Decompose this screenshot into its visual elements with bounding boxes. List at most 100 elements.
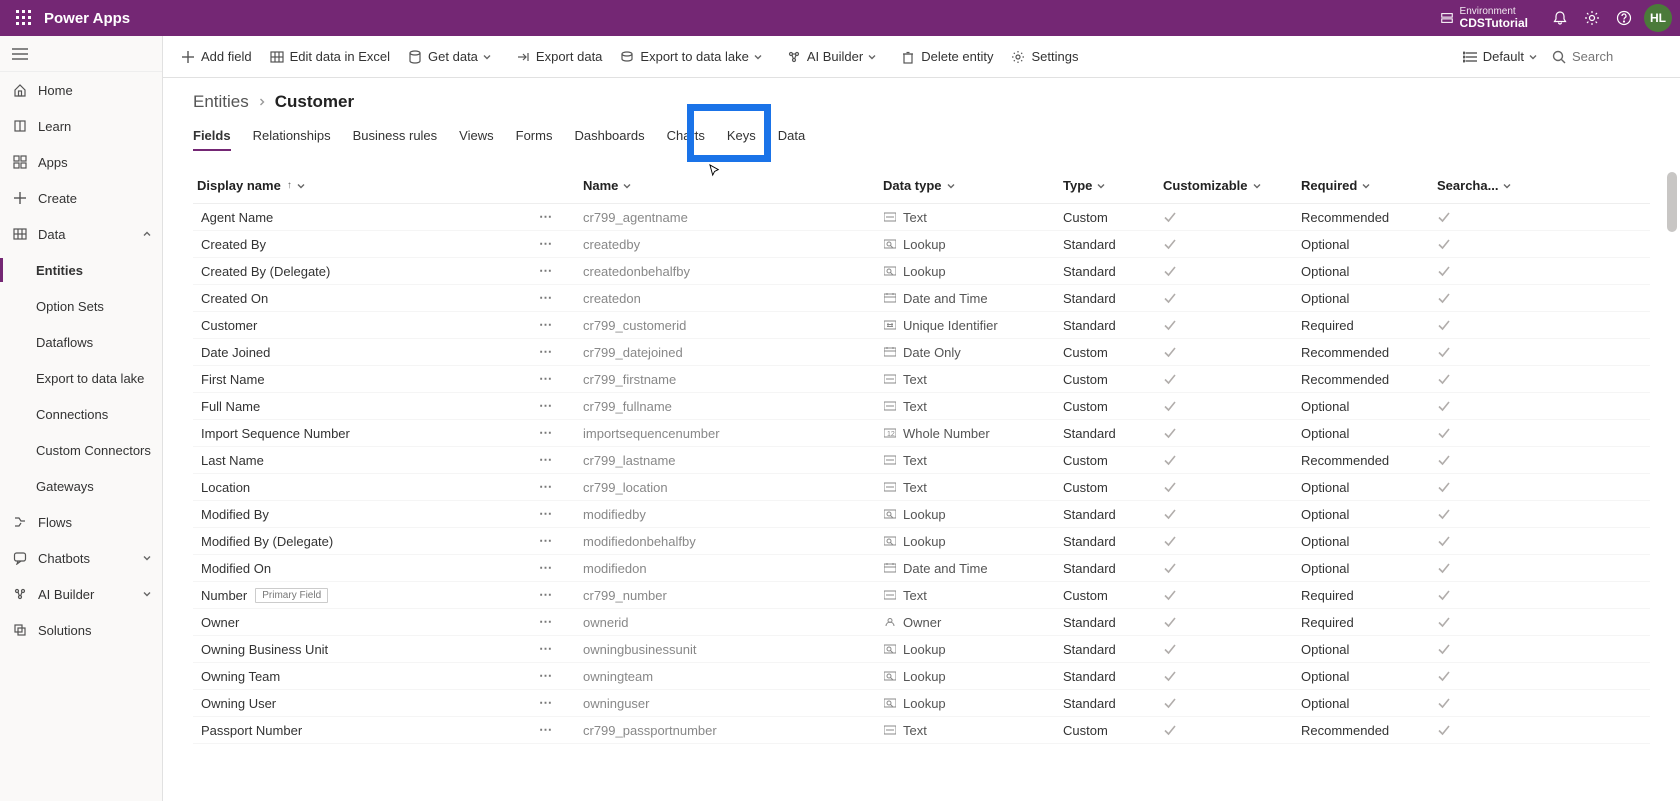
row-more-button[interactable]: ⋯ [539, 317, 553, 333]
table-row[interactable]: Customer⋯cr799_customeridUnique Identifi… [193, 312, 1650, 339]
tab-relationships[interactable]: Relationships [253, 122, 331, 151]
field-required: Required [1301, 588, 1437, 603]
sidebar-toggle[interactable] [0, 36, 162, 72]
sidebar-item-entities[interactable]: Entities [0, 252, 162, 288]
row-more-button[interactable]: ⋯ [539, 209, 553, 225]
waffle-icon[interactable] [8, 2, 40, 34]
notifications-icon[interactable] [1544, 2, 1576, 34]
get-data-button[interactable]: Get data [408, 49, 498, 64]
table-row[interactable]: Full Name⋯cr799_fullnameTextCustomOption… [193, 393, 1650, 420]
help-icon[interactable] [1608, 2, 1640, 34]
sidebar-item-connections[interactable]: Connections [0, 396, 162, 432]
tab-keys[interactable]: Keys [727, 122, 756, 151]
add-field-button[interactable]: Add field [181, 49, 252, 64]
row-more-button[interactable]: ⋯ [539, 452, 553, 468]
avatar[interactable]: HL [1644, 4, 1672, 32]
table-row[interactable]: Owning User⋯owninguserLookupStandardOpti… [193, 690, 1650, 717]
sidebar-item-gateways[interactable]: Gateways [0, 468, 162, 504]
table-row[interactable]: Owner⋯owneridOwnerStandardRequired [193, 609, 1650, 636]
sidebar-item-option-sets[interactable]: Option Sets [0, 288, 162, 324]
row-more-button[interactable]: ⋯ [539, 641, 553, 657]
export-data-button[interactable]: Export data [516, 49, 603, 64]
row-more-button[interactable]: ⋯ [539, 398, 553, 414]
sidebar-item-chatbots[interactable]: Chatbots [0, 540, 162, 576]
col-required[interactable]: Required [1301, 178, 1437, 193]
field-name: cr799_passportnumber [583, 723, 883, 738]
col-searchable[interactable]: Searcha... [1437, 178, 1650, 193]
export-lake-button[interactable]: Export to data lake [620, 49, 768, 64]
table-row[interactable]: NumberPrimary Field⋯cr799_numberTextCust… [193, 582, 1650, 609]
environment-picker[interactable]: Environment CDSTutorial [1440, 6, 1528, 30]
edit-excel-button[interactable]: Edit data in Excel [270, 49, 390, 64]
settings-button[interactable]: Settings [1011, 49, 1078, 64]
row-more-button[interactable]: ⋯ [539, 722, 553, 738]
sidebar-item-create[interactable]: Create [0, 180, 162, 216]
tab-charts[interactable]: Charts [667, 122, 705, 151]
row-more-button[interactable]: ⋯ [539, 560, 553, 576]
col-data-type[interactable]: Data type [883, 178, 1063, 193]
sidebar-item-dataflows[interactable]: Dataflows [0, 324, 162, 360]
field-required: Optional [1301, 264, 1437, 279]
sidebar-item-flows[interactable]: Flows [0, 504, 162, 540]
tab-views[interactable]: Views [459, 122, 493, 151]
row-more-button[interactable]: ⋯ [539, 236, 553, 252]
breadcrumb-parent[interactable]: Entities [193, 92, 249, 112]
table-row[interactable]: Owning Team⋯owningteamLookupStandardOpti… [193, 663, 1650, 690]
table-row[interactable]: Passport Number⋯cr799_passportnumberText… [193, 717, 1650, 744]
row-more-button[interactable]: ⋯ [539, 695, 553, 711]
sidebar-item-export-to-data-lake[interactable]: Export to data lake [0, 360, 162, 396]
table-row[interactable]: First Name⋯cr799_firstnameTextCustomReco… [193, 366, 1650, 393]
row-more-button[interactable]: ⋯ [539, 479, 553, 495]
table-row[interactable]: Import Sequence Number⋯importsequencenum… [193, 420, 1650, 447]
table-row[interactable]: Owning Business Unit⋯owningbusinessunitL… [193, 636, 1650, 663]
delete-entity-button[interactable]: Delete entity [901, 49, 993, 64]
search-input[interactable] [1572, 49, 1662, 64]
row-more-button[interactable]: ⋯ [539, 290, 553, 306]
table-row[interactable]: Date Joined⋯cr799_datejoinedDate OnlyCus… [193, 339, 1650, 366]
field-display-name: Modified On [197, 561, 271, 576]
sidebar-item-ai-builder[interactable]: AI Builder [0, 576, 162, 612]
sidebar-item-apps[interactable]: Apps [0, 144, 162, 180]
row-more-button[interactable]: ⋯ [539, 587, 553, 603]
table-row[interactable]: Created On⋯createdonDate and TimeStandar… [193, 285, 1650, 312]
sidebar-item-home[interactable]: Home [0, 72, 162, 108]
table-row[interactable]: Created By (Delegate)⋯createdonbehalfbyL… [193, 258, 1650, 285]
table-row[interactable]: Agent Name⋯cr799_agentnameTextCustomReco… [193, 204, 1650, 231]
sidebar-item-learn[interactable]: Learn [0, 108, 162, 144]
col-name[interactable]: Name [583, 178, 883, 193]
row-more-button[interactable]: ⋯ [539, 668, 553, 684]
sidebar-item-label: Entities [36, 263, 83, 278]
col-customizable[interactable]: Customizable [1163, 178, 1301, 193]
tab-data[interactable]: Data [778, 122, 805, 151]
scrollbar[interactable] [1666, 76, 1678, 801]
table-row[interactable]: Last Name⋯cr799_lastnameTextCustomRecomm… [193, 447, 1650, 474]
col-display-name[interactable]: Display name ↑ [193, 178, 583, 193]
row-more-button[interactable]: ⋯ [539, 344, 553, 360]
ai-builder-button[interactable]: AI Builder [787, 49, 883, 64]
table-row[interactable]: Modified On⋯modifiedonDate and TimeStand… [193, 555, 1650, 582]
scrollbar-thumb[interactable] [1667, 172, 1677, 232]
gear-icon[interactable] [1576, 2, 1608, 34]
datatype-icon [883, 346, 897, 358]
row-more-button[interactable]: ⋯ [539, 533, 553, 549]
tab-business-rules[interactable]: Business rules [353, 122, 438, 151]
row-more-button[interactable]: ⋯ [539, 371, 553, 387]
row-more-button[interactable]: ⋯ [539, 506, 553, 522]
table-row[interactable]: Location⋯cr799_locationTextCustomOptiona… [193, 474, 1650, 501]
table-row[interactable]: Modified By (Delegate)⋯modifiedonbehalfb… [193, 528, 1650, 555]
table-row[interactable]: Modified By⋯modifiedbyLookupStandardOpti… [193, 501, 1650, 528]
ai-icon [12, 586, 28, 602]
row-more-button[interactable]: ⋯ [539, 614, 553, 630]
tab-dashboards[interactable]: Dashboards [574, 122, 644, 151]
search-box[interactable] [1552, 49, 1662, 64]
view-selector[interactable]: Default [1463, 49, 1538, 64]
col-type[interactable]: Type [1063, 178, 1163, 193]
tab-fields[interactable]: Fields [193, 122, 231, 151]
sidebar-item-data[interactable]: Data [0, 216, 162, 252]
row-more-button[interactable]: ⋯ [539, 425, 553, 441]
sidebar-item-solutions[interactable]: Solutions [0, 612, 162, 648]
table-row[interactable]: Created By⋯createdbyLookupStandardOption… [193, 231, 1650, 258]
sidebar-item-custom-connectors[interactable]: Custom Connectors [0, 432, 162, 468]
tab-forms[interactable]: Forms [516, 122, 553, 151]
row-more-button[interactable]: ⋯ [539, 263, 553, 279]
